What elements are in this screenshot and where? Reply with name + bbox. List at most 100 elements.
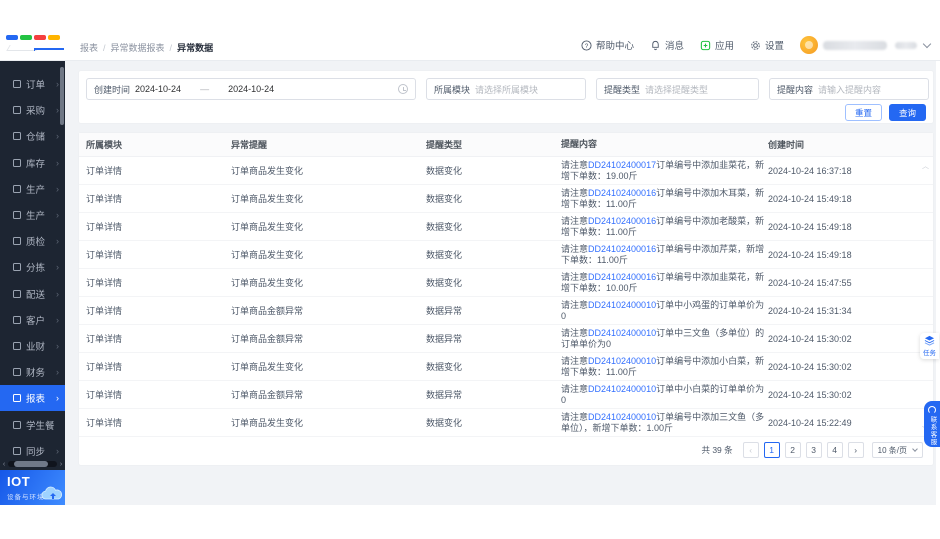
scroll-right-arrow[interactable]: › [57,461,65,468]
table-row[interactable]: 订单详情 订单商品发生变化 数据变化 请注意DD24102400016订单编号中… [79,185,933,213]
order-number-link[interactable]: DD24102400016 [588,216,656,226]
order-number-link[interactable]: DD24102400016 [588,188,656,198]
sidebar-item-warehouse[interactable]: 仓储 › [0,123,65,149]
cell-time: 2024-10-24 15:49:18 [768,222,908,232]
table-row[interactable]: 订单详情 订单商品发生变化 数据变化 请注意DD24102400010订单编号中… [79,353,933,381]
cell-content: 请注意DD24102400016订单编号中添加老酸菜，新增下单数：11.00斤 [561,216,768,238]
sidebar-item-finance[interactable]: 财务 › [0,359,65,385]
next-page-button[interactable]: › [848,442,864,458]
reset-button[interactable]: 重置 [845,104,882,121]
page-size-value: 10 条/页 [878,445,907,456]
logo-bar-red [34,35,46,40]
sidebar-item-label: 报表 [26,391,45,405]
pagination: 共 39 条 ‹ 1234 › 10 条/页 [701,442,923,458]
settings-button[interactable]: 设置 [750,38,784,52]
order-number-link[interactable]: DD24102400010 [588,300,656,310]
sidebar-item-quality[interactable]: 质检 › [0,228,65,254]
scroll-up-icon[interactable]: ︿ [922,161,929,171]
table-row[interactable]: 订单详情 订单商品金额异常 数据异常 请注意DD24102400010订单中三文… [79,325,933,353]
table-row[interactable]: 订单详情 订单商品发生变化 数据变化 请注意DD24102400016订单编号中… [79,213,933,241]
page-button-3[interactable]: 3 [806,442,822,458]
bell-icon [650,40,661,51]
sidebar-item-student-meal[interactable]: 学生餐 › [0,411,65,437]
sidebar-item-inventory[interactable]: 库存 › [0,150,65,176]
layers-icon [924,335,935,346]
page-button-4[interactable]: 4 [827,442,843,458]
page-button-2[interactable]: 2 [785,442,801,458]
cell-module: 订单详情 [86,332,231,345]
sidebar-item-sorting[interactable]: 分拣 › [0,254,65,280]
order-number-link[interactable]: DD24102400016 [588,272,656,282]
order-number-link[interactable]: DD24102400010 [588,356,656,366]
avatar [800,36,818,54]
prev-page-button[interactable]: ‹ [743,442,759,458]
page-button-1[interactable]: 1 [764,442,780,458]
alert-type-select[interactable]: 提醒类型 请选择提醒类型 [596,78,759,100]
scrollbar-track[interactable] [8,461,57,467]
order-number-link[interactable]: DD24102400010 [588,384,656,394]
tasks-widget[interactable]: 任务 [920,333,939,359]
table-row[interactable]: 订单详情 订单商品发生变化 数据变化 请注意DD24102400016订单编号中… [79,241,933,269]
cell-alert: 订单商品发生变化 [231,164,426,177]
messages-button[interactable]: 消息 [650,38,684,52]
sidebar-item-customers[interactable]: 客户 › [0,307,65,333]
business-finance-icon [13,342,21,350]
order-icon [13,80,21,88]
cell-time: 2024-10-24 16:37:18 [768,166,908,176]
production2-icon [13,211,21,219]
breadcrumb-item-abnormal-report[interactable]: 异常数据报表 [111,41,165,54]
apps-button[interactable]: 应用 [700,38,734,52]
sidebar-item-label: 同步 [26,444,45,458]
table-row[interactable]: 订单详情 订单商品发生变化 数据变化 请注意DD24102400010订单编号中… [79,409,933,437]
sidebar: 订单 › 采购 › 仓储 › 库存 › 生产 › 生产 › 质检 › 分拣 › … [0,61,65,505]
order-number-link[interactable]: DD24102400010 [588,328,656,338]
date-range-input[interactable]: 创建时间 2024-10-24 — 2024-10-24 [86,78,416,100]
clock-icon[interactable] [398,84,408,94]
finance-icon [13,368,21,376]
headset-icon [928,406,936,414]
cell-type: 数据变化 [426,416,561,429]
report-icon [13,394,21,402]
sidebar-item-business-finance[interactable]: 业财 › [0,333,65,359]
order-number-link[interactable]: DD24102400010 [588,412,656,422]
page-size-select[interactable]: 10 条/页 [872,442,923,458]
breadcrumb: 报表 / 异常数据报表 / 异常数据 [80,41,213,54]
brand-logo[interactable] [6,35,64,57]
content-prefix: 请注意 [561,384,588,394]
table-row[interactable]: 订单详情 订单商品金额异常 数据异常 请注意DD24102400010订单中小鸡… [79,297,933,325]
table-row[interactable]: 订单详情 订单商品发生变化 数据变化 请注意DD24102400017订单编号中… [79,157,933,185]
scroll-left-arrow[interactable]: ‹ [0,461,8,468]
sidebar-item-orders[interactable]: 订单 › [0,71,65,97]
module-select[interactable]: 所属模块 请选择所属模块 [426,78,586,100]
sidebar-item-label: 生产 [26,182,45,196]
iot-banner[interactable]: IOT 设备与环境 [0,470,65,505]
order-number-link[interactable]: DD24102400016 [588,244,656,254]
alert-content-input[interactable]: 提醒内容 请输入提醒内容 [769,78,929,100]
sidebar-item-purchase[interactable]: 采购 › [0,97,65,123]
inventory-icon [13,159,21,167]
module-label: 所属模块 [434,83,470,96]
order-number-link[interactable]: DD24102400017 [588,160,656,170]
filter-panel: 创建时间 2024-10-24 — 2024-10-24 所属模块 请选择所属模… [78,70,934,124]
chevron-right-icon: › [56,210,59,220]
sidebar-item-reports[interactable]: 报表 › [0,385,65,411]
chevron-right-icon: › [56,184,59,194]
breadcrumb-item-reports[interactable]: 报表 [80,41,98,54]
sidebar-item-production-1[interactable]: 生产 › [0,176,65,202]
user-menu[interactable] [800,36,930,54]
sidebar-vertical-scrollbar[interactable] [60,67,64,125]
content-prefix: 请注意 [561,356,588,366]
table-row[interactable]: 订单详情 订单商品金额异常 数据异常 请注意DD24102400010订单中小白… [79,381,933,409]
logo-decor-underline [34,48,64,51]
support-widget[interactable]: 联系客服 [924,401,940,447]
cell-alert: 订单商品发生变化 [231,192,426,205]
help-center-button[interactable]: ? 帮助中心 [581,38,634,52]
table-row[interactable]: 订单详情 订单商品发生变化 数据变化 请注意DD24102400016订单编号中… [79,269,933,297]
cell-time: 2024-10-24 15:49:18 [768,250,908,260]
sidebar-item-production-2[interactable]: 生产 › [0,202,65,228]
scrollbar-thumb[interactable] [14,461,48,467]
search-button[interactable]: 查询 [889,104,926,121]
filter-buttons: 重置 查询 [845,104,926,121]
cell-alert: 订单商品金额异常 [231,332,426,345]
sidebar-item-delivery[interactable]: 配送 › [0,281,65,307]
